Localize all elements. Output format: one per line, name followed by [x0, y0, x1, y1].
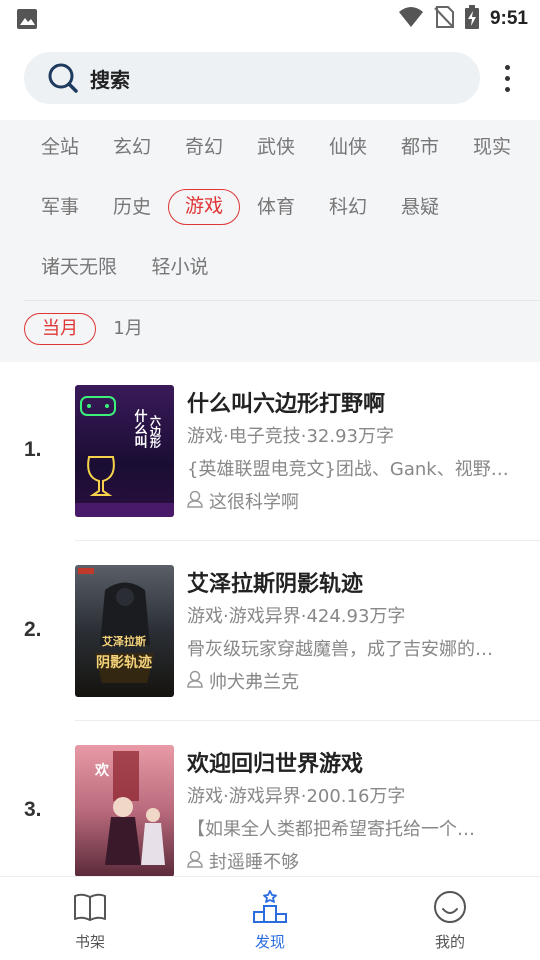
book-title[interactable]: 欢迎回归世界游戏: [187, 746, 363, 778]
category-junshi[interactable]: 军事: [24, 189, 96, 225]
category-dushi[interactable]: 都市: [384, 129, 456, 165]
book-author: 这很科学啊: [187, 488, 299, 514]
category-kehuan[interactable]: 科幻: [312, 189, 384, 225]
no-sim-icon: [434, 6, 454, 32]
category-qihuan[interactable]: 奇幻: [168, 129, 240, 165]
nav-bookshelf[interactable]: 书架: [0, 877, 180, 960]
book-title[interactable]: 艾泽拉斯阴影轨迹: [187, 566, 363, 598]
month-current-selected[interactable]: 当月: [24, 313, 96, 345]
category-tiyu[interactable]: 体育: [240, 189, 312, 225]
nav-profile[interactable]: 我的: [360, 877, 540, 960]
book-item[interactable]: 3. 欢 欢迎回归世界游戏 游戏·游戏异界·200.16万字 【如果全人类都把希…: [0, 722, 540, 876]
category-qingxiaoshuo[interactable]: 轻小说: [134, 249, 226, 285]
svg-text:艾泽拉斯: 艾泽拉斯: [102, 634, 146, 648]
category-row-3: 诸天无限 轻小说: [24, 249, 226, 285]
book-meta: 游戏·游戏异界·200.16万字: [187, 786, 406, 807]
month-january[interactable]: 1月: [96, 313, 160, 345]
svg-text:欢: 欢: [94, 762, 110, 779]
discover-podium-icon: [252, 889, 288, 925]
search-bar[interactable]: 搜索: [24, 52, 480, 104]
book-meta: 游戏·游戏异界·424.93万字: [187, 606, 406, 627]
book-rank: 1.: [24, 438, 42, 461]
svg-text:阴影轨迹: 阴影轨迹: [96, 654, 152, 671]
wifi-icon: [398, 6, 424, 32]
book-cover[interactable]: 欢: [75, 745, 174, 876]
book-description: 骨灰级玩家穿越魔兽，成了吉安娜的…: [187, 639, 493, 660]
category-youxi-selected[interactable]: 游戏: [168, 189, 240, 225]
book-list: 1. 六边形 什么叫 什么叫六边形打野啊 游戏·电子竞技·32.93万字 {英雄…: [0, 362, 540, 876]
book-description: {英雄联盟电竞文}团战、Gank、视野…: [187, 459, 509, 480]
month-filter-row: 当月 1月: [24, 313, 160, 345]
search-icon: [46, 61, 80, 95]
battery-charging-icon: [464, 5, 480, 33]
svg-text:什么叫: 什么叫: [132, 408, 148, 449]
book-icon: [72, 889, 108, 925]
category-zhutian[interactable]: 诸天无限: [24, 249, 134, 285]
search-label: 搜索: [90, 67, 130, 92]
status-bar: 9:51: [0, 0, 540, 38]
filter-divider: [24, 300, 540, 301]
book-item[interactable]: 1. 六边形 什么叫 什么叫六边形打野啊 游戏·电子竞技·32.93万字 {英雄…: [0, 362, 540, 542]
book-author: 封遥睡不够: [187, 848, 299, 874]
book-cover[interactable]: 六边形 什么叫: [75, 385, 174, 517]
book-title[interactable]: 什么叫六边形打野啊: [187, 386, 385, 418]
category-xianshi[interactable]: 现实: [456, 129, 528, 165]
nav-label: 我的: [434, 933, 465, 951]
bottom-navigation: 书架 发现 我的: [0, 876, 540, 960]
list-divider: [75, 540, 540, 541]
book-author: 帅犬弗兰克: [187, 668, 299, 694]
category-row-1: 全站 玄幻 奇幻 武侠 仙侠 都市 现实: [24, 129, 528, 165]
book-author-name: 这很科学啊: [209, 492, 299, 513]
person-icon: [187, 850, 203, 873]
category-lishi[interactable]: 历史: [96, 189, 168, 225]
category-wuxia[interactable]: 武侠: [240, 129, 312, 165]
status-time: 9:51: [489, 8, 528, 29]
category-xuanhuan[interactable]: 玄幻: [96, 129, 168, 165]
person-icon: [187, 670, 203, 693]
book-item[interactable]: 2. 艾泽拉斯 阴影轨迹 艾泽拉斯阴影轨迹 游戏·游戏异界·424.93万字 骨…: [0, 542, 540, 722]
nav-label: 书架: [74, 933, 105, 951]
nav-discover-active[interactable]: 发现: [180, 877, 360, 960]
smile-face-icon: [432, 889, 468, 925]
book-author-name: 封遥睡不够: [209, 852, 299, 873]
category-xianxia[interactable]: 仙侠: [312, 129, 384, 165]
svg-text:六边形: 六边形: [149, 414, 163, 449]
more-menu-icon[interactable]: [494, 60, 520, 96]
book-meta: 游戏·电子竞技·32.93万字: [187, 426, 394, 447]
book-rank: 3.: [24, 798, 42, 821]
list-divider: [75, 720, 540, 721]
person-icon: [187, 490, 203, 513]
book-author-name: 帅犬弗兰克: [209, 672, 299, 693]
book-description: 【如果全人类都把希望寄托给一个…: [187, 819, 475, 840]
category-all[interactable]: 全站: [24, 129, 96, 165]
filter-panel: 全站 玄幻 奇幻 武侠 仙侠 都市 现实 军事 历史 游戏 体育 科幻 悬疑 诸…: [0, 120, 540, 362]
category-xuanyi[interactable]: 悬疑: [384, 189, 456, 225]
image-notification-icon: [16, 8, 38, 34]
book-cover[interactable]: 艾泽拉斯 阴影轨迹: [75, 565, 174, 697]
nav-label: 发现: [254, 933, 285, 951]
book-rank: 2.: [24, 618, 42, 641]
category-row-2: 军事 历史 游戏 体育 科幻 悬疑: [24, 189, 456, 225]
